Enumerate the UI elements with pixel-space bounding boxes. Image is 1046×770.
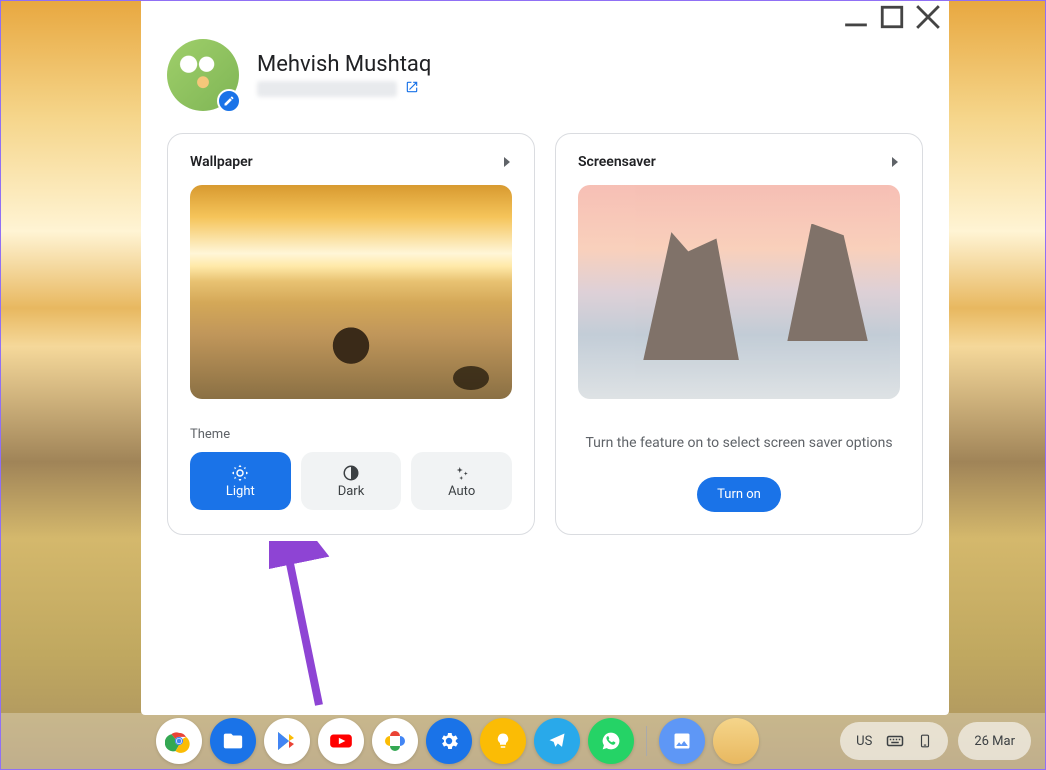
gallery-icon[interactable] xyxy=(659,718,705,764)
telegram-icon[interactable] xyxy=(534,718,580,764)
chevron-right-icon xyxy=(502,152,512,171)
turn-on-button[interactable]: Turn on xyxy=(697,477,781,512)
screensaver-header[interactable]: Screensaver xyxy=(578,152,900,171)
shelf-apps xyxy=(156,718,759,764)
screensaver-title: Screensaver xyxy=(578,154,656,170)
personalization-window: Mehvish Mushtaq Wallpaper Theme xyxy=(141,1,949,715)
theme-auto-label: Auto xyxy=(448,484,475,499)
theme-selector: Light Dark Auto xyxy=(190,452,512,510)
titlebar xyxy=(141,1,949,33)
status-area[interactable]: US 26 Mar xyxy=(840,722,1031,760)
pencil-icon xyxy=(223,95,235,107)
open-in-new-icon xyxy=(405,80,419,94)
wallpaper-header[interactable]: Wallpaper xyxy=(190,152,512,171)
play-store-icon[interactable] xyxy=(264,718,310,764)
half-moon-icon xyxy=(342,464,360,482)
open-account-link[interactable] xyxy=(405,79,419,98)
wallpaper-preview[interactable] xyxy=(190,185,512,399)
cards-row: Wallpaper Theme Light Dark Auto xyxy=(141,123,949,545)
sparkle-icon xyxy=(453,464,471,482)
avatar-wrap xyxy=(167,39,239,111)
wallpaper-app-icon[interactable] xyxy=(713,718,759,764)
user-name: Mehvish Mushtaq xyxy=(257,52,431,77)
close-button[interactable] xyxy=(915,4,941,30)
phone-hub-icon[interactable] xyxy=(918,732,932,750)
screensaver-preview xyxy=(578,185,900,399)
theme-dark-button[interactable]: Dark xyxy=(301,452,402,510)
keep-icon[interactable] xyxy=(480,718,526,764)
shelf: US 26 Mar xyxy=(1,713,1045,769)
profile-texts: Mehvish Mushtaq xyxy=(257,52,431,98)
screensaver-card: Screensaver Turn the feature on to selec… xyxy=(555,133,923,535)
profile-header: Mehvish Mushtaq xyxy=(141,33,949,123)
chrome-icon[interactable] xyxy=(156,718,202,764)
screensaver-description: Turn the feature on to select screen sav… xyxy=(578,435,900,451)
settings-icon[interactable] xyxy=(426,718,472,764)
edit-avatar-button[interactable] xyxy=(217,89,241,113)
theme-auto-button[interactable]: Auto xyxy=(411,452,512,510)
shelf-divider xyxy=(646,726,647,756)
youtube-icon[interactable] xyxy=(318,718,364,764)
theme-label: Theme xyxy=(190,427,512,442)
photos-icon[interactable] xyxy=(372,718,418,764)
minimize-button[interactable] xyxy=(843,4,869,30)
ime-indicator[interactable]: US xyxy=(856,734,872,749)
theme-dark-label: Dark xyxy=(338,484,365,499)
chevron-right-icon xyxy=(890,152,900,171)
theme-light-button[interactable]: Light xyxy=(190,452,291,510)
wallpaper-title: Wallpaper xyxy=(190,154,253,170)
theme-light-label: Light xyxy=(226,484,255,499)
wallpaper-card: Wallpaper Theme Light Dark Auto xyxy=(167,133,535,535)
brightness-icon xyxy=(231,464,249,482)
keyboard-icon[interactable] xyxy=(886,732,904,750)
user-email xyxy=(257,81,397,97)
whatsapp-icon[interactable] xyxy=(588,718,634,764)
maximize-button[interactable] xyxy=(879,4,905,30)
date-indicator[interactable]: 26 Mar xyxy=(974,734,1015,749)
files-icon[interactable] xyxy=(210,718,256,764)
